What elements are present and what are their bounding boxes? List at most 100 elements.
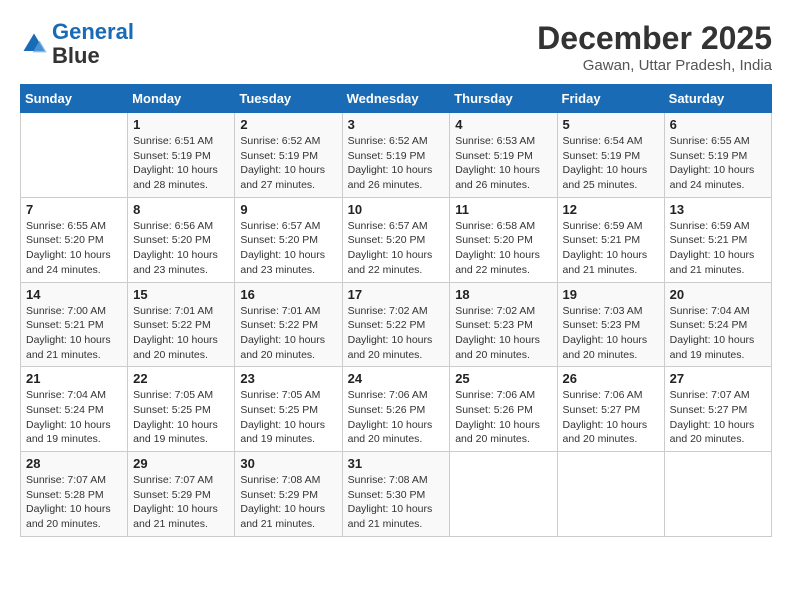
cell-info: Sunrise: 7:00 AM Sunset: 5:21 PM Dayligh… xyxy=(26,304,122,363)
cell-info: Sunrise: 7:03 AM Sunset: 5:23 PM Dayligh… xyxy=(563,304,659,363)
day-of-week-header: Saturday xyxy=(664,85,771,113)
cell-info: Sunrise: 6:52 AM Sunset: 5:19 PM Dayligh… xyxy=(348,134,445,193)
title-block: December 2025 Gawan, Uttar Pradesh, Indi… xyxy=(537,20,772,74)
cell-info: Sunrise: 7:08 AM Sunset: 5:29 PM Dayligh… xyxy=(240,473,336,532)
day-number: 1 xyxy=(133,117,229,132)
calendar-week-row: 21Sunrise: 7:04 AM Sunset: 5:24 PM Dayli… xyxy=(21,367,772,452)
calendar-cell: 13Sunrise: 6:59 AM Sunset: 5:21 PM Dayli… xyxy=(664,197,771,282)
day-of-week-header: Wednesday xyxy=(342,85,450,113)
day-of-week-header: Thursday xyxy=(450,85,557,113)
logo-icon xyxy=(20,30,48,58)
day-number: 6 xyxy=(670,117,766,132)
logo-line1: General xyxy=(52,19,134,44)
calendar-cell: 8 Sunrise: 6:56 AM Sunset: 5:20 PM Daylig… xyxy=(128,197,235,282)
cell-info: Sunrise: 7:08 AM Sunset: 5:30 PM Dayligh… xyxy=(348,473,445,532)
calendar-week-row: 28 Sunrise: 7:07 AM Sunset: 5:28 PM Dayli… xyxy=(21,452,772,537)
calendar-cell: 23Sunrise: 7:05 AM Sunset: 5:25 PM Dayli… xyxy=(235,367,342,452)
calendar-cell: 1 Sunrise: 6:51 AM Sunset: 5:19 PM Daylig… xyxy=(128,113,235,198)
calendar-cell: 15 Sunrise: 7:01 AM Sunset: 5:22 PM Dayli… xyxy=(128,282,235,367)
day-number: 14 xyxy=(26,287,122,302)
day-number: 29 xyxy=(133,456,229,471)
calendar-cell: 26 Sunrise: 7:06 AM Sunset: 5:27 PM Dayli… xyxy=(557,367,664,452)
day-of-week-header: Friday xyxy=(557,85,664,113)
cell-info: Sunrise: 6:57 AM Sunset: 5:20 PM Dayligh… xyxy=(348,219,445,278)
month-title: December 2025 xyxy=(537,20,772,57)
cell-info: Sunrise: 7:05 AM Sunset: 5:25 PM Dayligh… xyxy=(133,388,229,447)
calendar-cell xyxy=(557,452,664,537)
day-number: 20 xyxy=(670,287,766,302)
day-number: 5 xyxy=(563,117,659,132)
logo: General Blue xyxy=(20,20,134,68)
calendar-cell: 11Sunrise: 6:58 AM Sunset: 5:20 PM Dayli… xyxy=(450,197,557,282)
cell-info: Sunrise: 7:06 AM Sunset: 5:26 PM Dayligh… xyxy=(348,388,445,447)
calendar-cell xyxy=(664,452,771,537)
cell-info: Sunrise: 7:07 AM Sunset: 5:28 PM Dayligh… xyxy=(26,473,122,532)
calendar-cell: 9 Sunrise: 6:57 AM Sunset: 5:20 PM Daylig… xyxy=(235,197,342,282)
cell-info: Sunrise: 7:04 AM Sunset: 5:24 PM Dayligh… xyxy=(670,304,766,363)
calendar-cell xyxy=(450,452,557,537)
cell-info: Sunrise: 7:01 AM Sunset: 5:22 PM Dayligh… xyxy=(240,304,336,363)
calendar-cell: 12 Sunrise: 6:59 AM Sunset: 5:21 PM Dayli… xyxy=(557,197,664,282)
calendar-cell: 4Sunrise: 6:53 AM Sunset: 5:19 PM Daylig… xyxy=(450,113,557,198)
calendar-cell: 22Sunrise: 7:05 AM Sunset: 5:25 PM Dayli… xyxy=(128,367,235,452)
calendar-cell: 25 Sunrise: 7:06 AM Sunset: 5:26 PM Dayli… xyxy=(450,367,557,452)
cell-info: Sunrise: 6:51 AM Sunset: 5:19 PM Dayligh… xyxy=(133,134,229,193)
day-number: 28 xyxy=(26,456,122,471)
calendar-week-row: 14 Sunrise: 7:00 AM Sunset: 5:21 PM Dayli… xyxy=(21,282,772,367)
cell-info: Sunrise: 6:59 AM Sunset: 5:21 PM Dayligh… xyxy=(563,219,659,278)
day-number: 2 xyxy=(240,117,336,132)
calendar-cell: 24Sunrise: 7:06 AM Sunset: 5:26 PM Dayli… xyxy=(342,367,450,452)
cell-info: Sunrise: 6:55 AM Sunset: 5:20 PM Dayligh… xyxy=(26,219,122,278)
calendar-cell: 31 Sunrise: 7:08 AM Sunset: 5:30 PM Dayli… xyxy=(342,452,450,537)
calendar-week-row: 1 Sunrise: 6:51 AM Sunset: 5:19 PM Daylig… xyxy=(21,113,772,198)
cell-info: Sunrise: 7:05 AM Sunset: 5:25 PM Dayligh… xyxy=(240,388,336,447)
calendar-week-row: 7 Sunrise: 6:55 AM Sunset: 5:20 PM Daylig… xyxy=(21,197,772,282)
calendar-cell: 3 Sunrise: 6:52 AM Sunset: 5:19 PM Daylig… xyxy=(342,113,450,198)
day-number: 31 xyxy=(348,456,445,471)
day-number: 3 xyxy=(348,117,445,132)
day-number: 19 xyxy=(563,287,659,302)
calendar-cell: 6 Sunrise: 6:55 AM Sunset: 5:19 PM Daylig… xyxy=(664,113,771,198)
day-number: 25 xyxy=(455,371,551,386)
day-number: 12 xyxy=(563,202,659,217)
cell-info: Sunrise: 7:06 AM Sunset: 5:26 PM Dayligh… xyxy=(455,388,551,447)
cell-info: Sunrise: 6:56 AM Sunset: 5:20 PM Dayligh… xyxy=(133,219,229,278)
day-number: 17 xyxy=(348,287,445,302)
cell-info: Sunrise: 7:01 AM Sunset: 5:22 PM Dayligh… xyxy=(133,304,229,363)
cell-info: Sunrise: 6:55 AM Sunset: 5:19 PM Dayligh… xyxy=(670,134,766,193)
day-of-week-header: Monday xyxy=(128,85,235,113)
calendar-cell: 10 Sunrise: 6:57 AM Sunset: 5:20 PM Dayli… xyxy=(342,197,450,282)
day-number: 27 xyxy=(670,371,766,386)
cell-info: Sunrise: 6:52 AM Sunset: 5:19 PM Dayligh… xyxy=(240,134,336,193)
calendar-body: 1 Sunrise: 6:51 AM Sunset: 5:19 PM Daylig… xyxy=(21,113,772,537)
calendar-table: SundayMondayTuesdayWednesdayThursdayFrid… xyxy=(20,84,772,537)
day-number: 15 xyxy=(133,287,229,302)
day-number: 30 xyxy=(240,456,336,471)
calendar-cell: 21Sunrise: 7:04 AM Sunset: 5:24 PM Dayli… xyxy=(21,367,128,452)
calendar-cell: 2 Sunrise: 6:52 AM Sunset: 5:19 PM Daylig… xyxy=(235,113,342,198)
page-header: General Blue December 2025 Gawan, Uttar … xyxy=(20,20,772,74)
day-number: 11 xyxy=(455,202,551,217)
day-number: 8 xyxy=(133,202,229,217)
calendar-cell: 7 Sunrise: 6:55 AM Sunset: 5:20 PM Daylig… xyxy=(21,197,128,282)
cell-info: Sunrise: 7:06 AM Sunset: 5:27 PM Dayligh… xyxy=(563,388,659,447)
logo-text: General Blue xyxy=(52,20,134,68)
calendar-cell xyxy=(21,113,128,198)
cell-info: Sunrise: 7:02 AM Sunset: 5:23 PM Dayligh… xyxy=(455,304,551,363)
day-number: 7 xyxy=(26,202,122,217)
day-number: 10 xyxy=(348,202,445,217)
day-of-week-header: Tuesday xyxy=(235,85,342,113)
calendar-cell: 27 Sunrise: 7:07 AM Sunset: 5:27 PM Dayli… xyxy=(664,367,771,452)
calendar-cell: 30 Sunrise: 7:08 AM Sunset: 5:29 PM Dayli… xyxy=(235,452,342,537)
calendar-cell: 18 Sunrise: 7:02 AM Sunset: 5:23 PM Dayli… xyxy=(450,282,557,367)
day-number: 4 xyxy=(455,117,551,132)
day-number: 26 xyxy=(563,371,659,386)
cell-info: Sunrise: 6:57 AM Sunset: 5:20 PM Dayligh… xyxy=(240,219,336,278)
day-number: 18 xyxy=(455,287,551,302)
cell-info: Sunrise: 6:59 AM Sunset: 5:21 PM Dayligh… xyxy=(670,219,766,278)
cell-info: Sunrise: 7:04 AM Sunset: 5:24 PM Dayligh… xyxy=(26,388,122,447)
cell-info: Sunrise: 7:07 AM Sunset: 5:27 PM Dayligh… xyxy=(670,388,766,447)
calendar-cell: 14 Sunrise: 7:00 AM Sunset: 5:21 PM Dayli… xyxy=(21,282,128,367)
calendar-cell: 28 Sunrise: 7:07 AM Sunset: 5:28 PM Dayli… xyxy=(21,452,128,537)
day-number: 9 xyxy=(240,202,336,217)
